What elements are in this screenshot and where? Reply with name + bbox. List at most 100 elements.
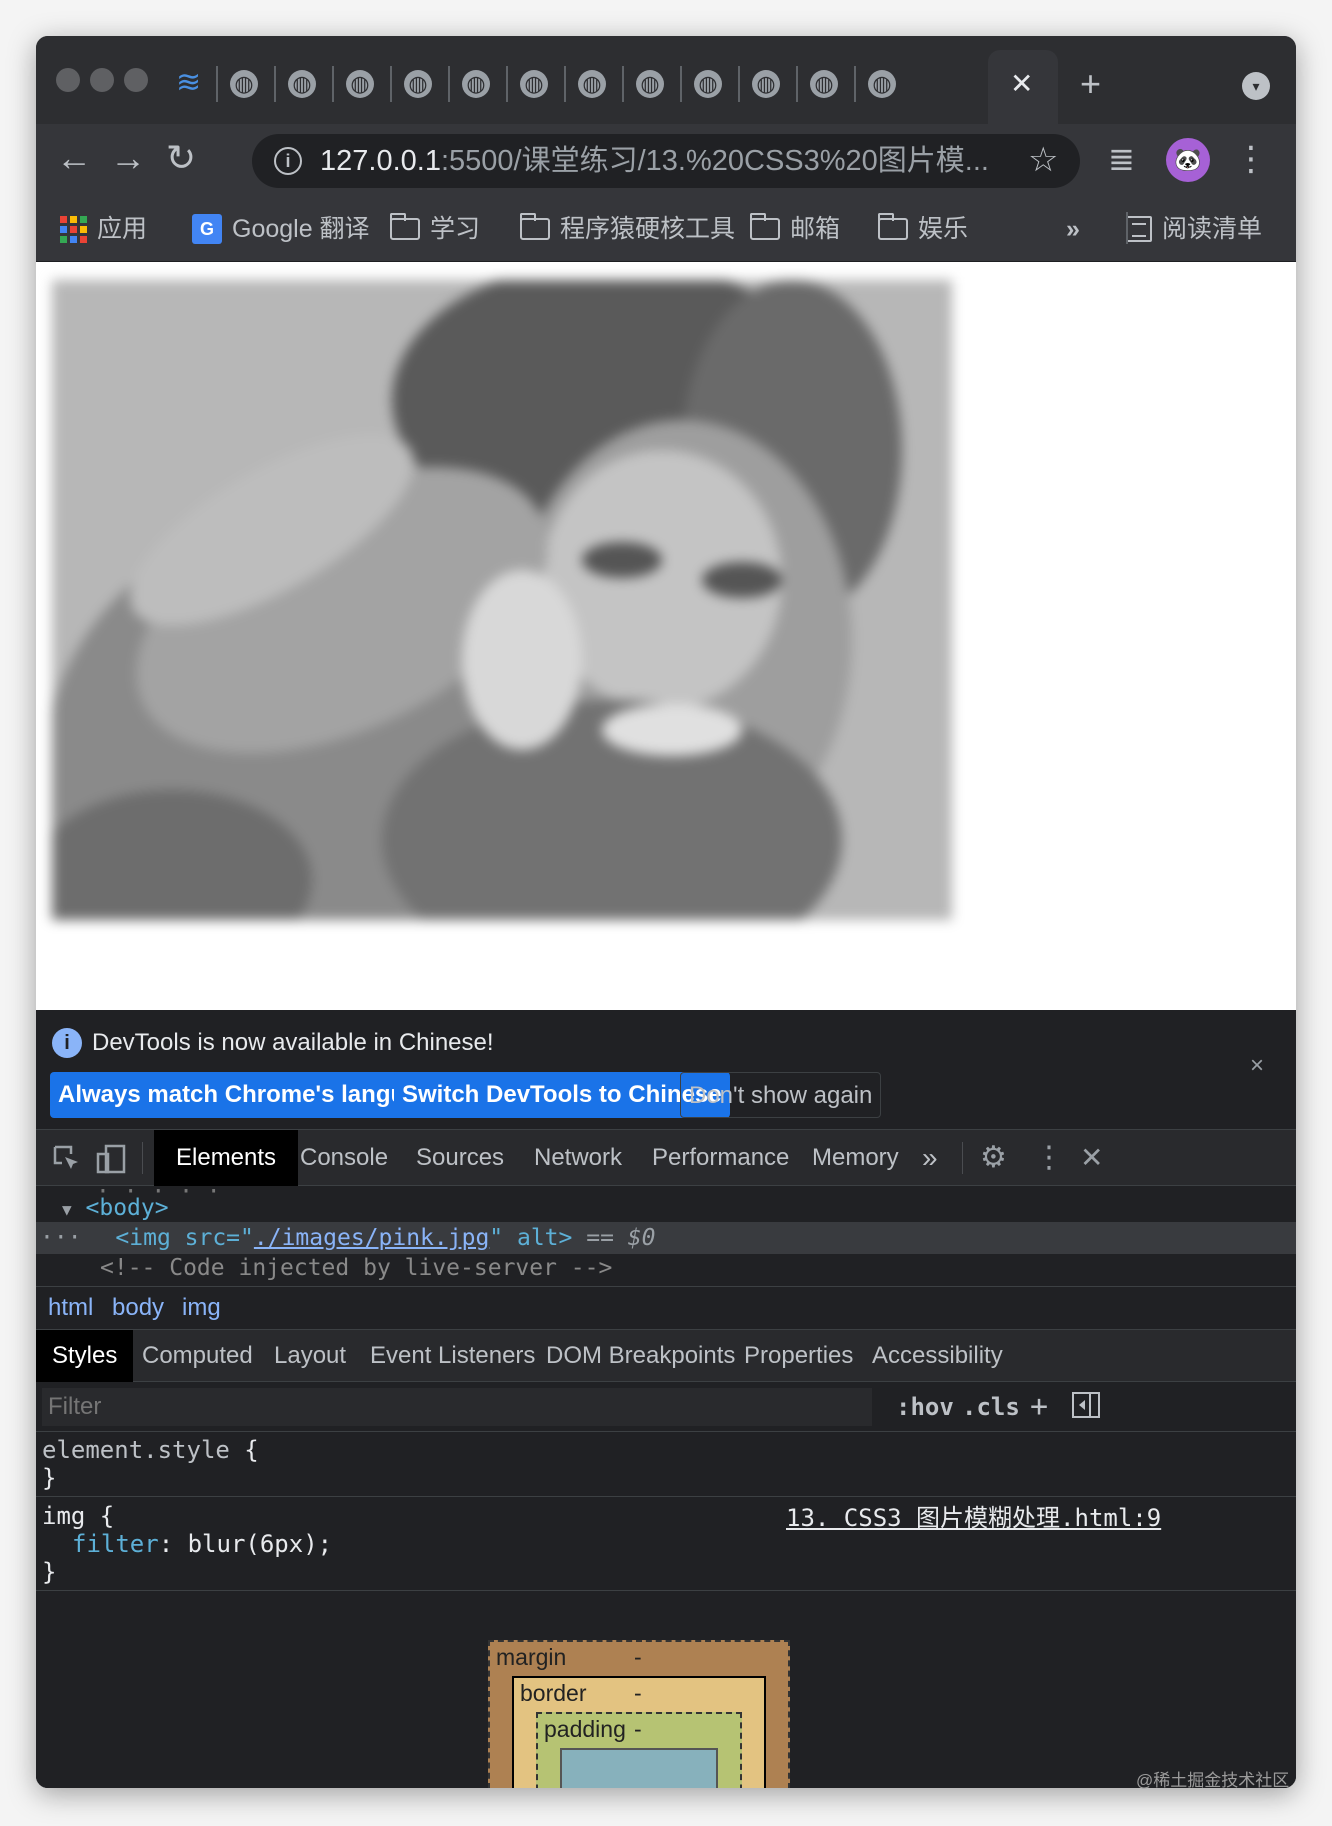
blurred-photo bbox=[52, 280, 1048, 974]
dom-comment-line[interactable]: <!-- Code injected by live-server --> bbox=[36, 1252, 1296, 1284]
folder-icon bbox=[878, 213, 908, 240]
class-toggle[interactable]: .cls bbox=[962, 1392, 1020, 1422]
bookmark-label: 邮箱 bbox=[790, 215, 841, 243]
box-model-content[interactable] bbox=[560, 1748, 718, 1788]
address-url[interactable]: 127.0.0.1:5500/课堂练习/13.%20CSS3%20图片模... bbox=[320, 144, 989, 178]
tab-properties[interactable]: Properties bbox=[744, 1330, 853, 1382]
hover-state-toggle[interactable]: :hov bbox=[896, 1392, 954, 1422]
new-style-rule-icon[interactable]: + bbox=[1030, 1392, 1048, 1422]
tab-strip: ≋ ◍ ◍ ◍ ◍ ◍ ◍ ◍ ◍ ◍ ◍ ◍ ◍ ✕ + ▾ bbox=[36, 36, 1296, 124]
globe-icon[interactable]: ◍ bbox=[578, 70, 606, 98]
globe-icon[interactable]: ◍ bbox=[810, 70, 838, 98]
filter-declaration[interactable]: filter: blur(6px); bbox=[72, 1530, 332, 1558]
bookmark-folder-mail[interactable]: 邮箱 bbox=[750, 213, 841, 244]
tab-accessibility[interactable]: Accessibility bbox=[872, 1330, 1003, 1382]
minimize-window-button[interactable] bbox=[90, 68, 114, 92]
rule-divider bbox=[36, 1590, 1296, 1591]
styles-tab-bar: Styles Computed Layout Event Listeners D… bbox=[36, 1330, 1296, 1382]
style-rules: element.style { } img { 13. CSS3 图片模糊处理.… bbox=[36, 1432, 1296, 1602]
globe-icon[interactable]: ◍ bbox=[230, 70, 258, 98]
browser-menu-icon[interactable]: ⋮ bbox=[1234, 140, 1268, 178]
close-window-button[interactable] bbox=[56, 68, 80, 92]
forward-icon[interactable]: → bbox=[110, 138, 146, 178]
tab-memory[interactable]: Memory bbox=[812, 1130, 899, 1186]
inspect-element-icon[interactable] bbox=[52, 1144, 82, 1179]
tab-separator bbox=[564, 66, 566, 102]
close-tab-icon[interactable]: ✕ bbox=[1010, 70, 1033, 98]
tab-event-listeners[interactable]: Event Listeners bbox=[370, 1330, 535, 1382]
tab-separator bbox=[506, 66, 508, 102]
tab-separator bbox=[332, 66, 334, 102]
back-icon[interactable]: ← bbox=[56, 138, 92, 178]
site-info-icon[interactable]: i bbox=[274, 147, 302, 175]
element-style-selector[interactable]: element.style { bbox=[42, 1436, 259, 1464]
globe-icon[interactable]: ◍ bbox=[694, 70, 722, 98]
expand-triangle-icon[interactable]: ▼ bbox=[62, 1200, 72, 1219]
margin-value[interactable]: - bbox=[634, 1644, 642, 1671]
tab-dom-breakpoints[interactable]: DOM Breakpoints bbox=[546, 1330, 735, 1382]
bookmark-folder-entertainment[interactable]: 娱乐 bbox=[878, 213, 969, 244]
dom-img-line-selected[interactable]: ··· <img src="./images/pink.jpg" alt> ==… bbox=[36, 1222, 1296, 1254]
tab-computed[interactable]: Computed bbox=[142, 1330, 253, 1382]
breadcrumb-body[interactable]: body bbox=[112, 1293, 164, 1323]
globe-icon[interactable]: ◍ bbox=[868, 70, 896, 98]
tab-layout[interactable]: Layout bbox=[274, 1330, 346, 1382]
tab-elements[interactable]: Elements bbox=[154, 1130, 299, 1186]
breadcrumb-img[interactable]: img bbox=[182, 1293, 221, 1323]
tab-styles[interactable]: Styles bbox=[36, 1330, 134, 1382]
breadcrumb-html[interactable]: html bbox=[48, 1293, 93, 1323]
reload-icon[interactable]: ↻ bbox=[166, 138, 196, 178]
globe-icon[interactable]: ◍ bbox=[636, 70, 664, 98]
google-translate-icon: G bbox=[192, 214, 222, 244]
globe-icon[interactable]: ◍ bbox=[462, 70, 490, 98]
tab-separator bbox=[448, 66, 450, 102]
more-tabs-icon[interactable]: » bbox=[922, 1130, 938, 1186]
device-toolbar-icon[interactable] bbox=[96, 1144, 126, 1179]
reading-list-button[interactable]: 阅读清单 bbox=[1126, 214, 1262, 244]
dont-show-again-button[interactable]: Don't show again bbox=[680, 1072, 882, 1118]
settings-gear-icon[interactable]: ⚙ bbox=[980, 1143, 1007, 1173]
bookmark-folder-study[interactable]: 学习 bbox=[390, 213, 480, 244]
bookmark-label: 娱乐 bbox=[918, 215, 969, 243]
tab-console[interactable]: Console bbox=[300, 1130, 388, 1186]
bookmark-label: Google 翻译 bbox=[232, 215, 370, 243]
zoom-window-button[interactable] bbox=[124, 68, 148, 92]
juejin-logo-icon[interactable]: ≋ bbox=[176, 66, 201, 100]
tab-search-icon[interactable]: ▾ bbox=[1242, 72, 1270, 100]
rule-close-brace: } bbox=[42, 1464, 57, 1492]
tab-sources[interactable]: Sources bbox=[416, 1130, 504, 1186]
bookmark-folder-tools[interactable]: 程序猿硬核工具 bbox=[520, 213, 735, 244]
styles-filter-input[interactable] bbox=[42, 1388, 872, 1426]
bookmark-google-translate[interactable]: G Google 翻译 bbox=[192, 214, 370, 244]
close-devtools-icon[interactable]: ✕ bbox=[1080, 1144, 1103, 1172]
tab-network[interactable]: Network bbox=[534, 1130, 622, 1186]
globe-icon[interactable]: ◍ bbox=[520, 70, 548, 98]
new-tab-button[interactable]: + bbox=[1080, 66, 1101, 102]
folder-icon bbox=[390, 213, 420, 240]
globe-icon[interactable]: ◍ bbox=[404, 70, 432, 98]
more-options-icon[interactable]: ⋮ bbox=[1034, 1143, 1064, 1173]
img-rule-selector[interactable]: img { bbox=[42, 1502, 114, 1530]
profile-avatar[interactable]: 🐼 bbox=[1166, 138, 1210, 182]
devtools-tab-bar: Elements Console Sources Network Perform… bbox=[36, 1130, 1296, 1186]
bookmark-star-icon[interactable]: ☆ bbox=[1028, 140, 1058, 180]
bookmark-apps[interactable]: 应用 bbox=[60, 214, 147, 244]
bookmarks-separator bbox=[1126, 212, 1128, 244]
media-control-icon[interactable]: ≣ bbox=[1108, 140, 1135, 178]
watermark: @稀土掘金技术社区 bbox=[1136, 1771, 1290, 1790]
info-icon: i bbox=[52, 1028, 82, 1058]
toggle-sidebar-icon[interactable] bbox=[1072, 1392, 1100, 1425]
address-bar[interactable]: i 127.0.0.1:5500/课堂练习/13.%20CSS3%20图片模..… bbox=[252, 134, 1080, 188]
tab-performance[interactable]: Performance bbox=[652, 1130, 789, 1186]
globe-icon[interactable]: ◍ bbox=[346, 70, 374, 98]
dom-body-line[interactable]: ▼ <body> bbox=[36, 1192, 1296, 1224]
banner-close-icon[interactable]: × bbox=[1250, 1052, 1264, 1080]
padding-value[interactable]: - bbox=[634, 1716, 642, 1743]
border-label: border bbox=[520, 1680, 587, 1706]
img-src-link[interactable]: ./images/pink.jpg bbox=[254, 1225, 489, 1251]
globe-icon[interactable]: ◍ bbox=[288, 70, 316, 98]
bookmarks-overflow-button[interactable]: » bbox=[1066, 214, 1080, 244]
globe-icon[interactable]: ◍ bbox=[752, 70, 780, 98]
border-value[interactable]: - bbox=[634, 1680, 642, 1707]
rule-source-link[interactable]: 13. CSS3 图片模糊处理.html:9 bbox=[786, 1504, 1161, 1532]
